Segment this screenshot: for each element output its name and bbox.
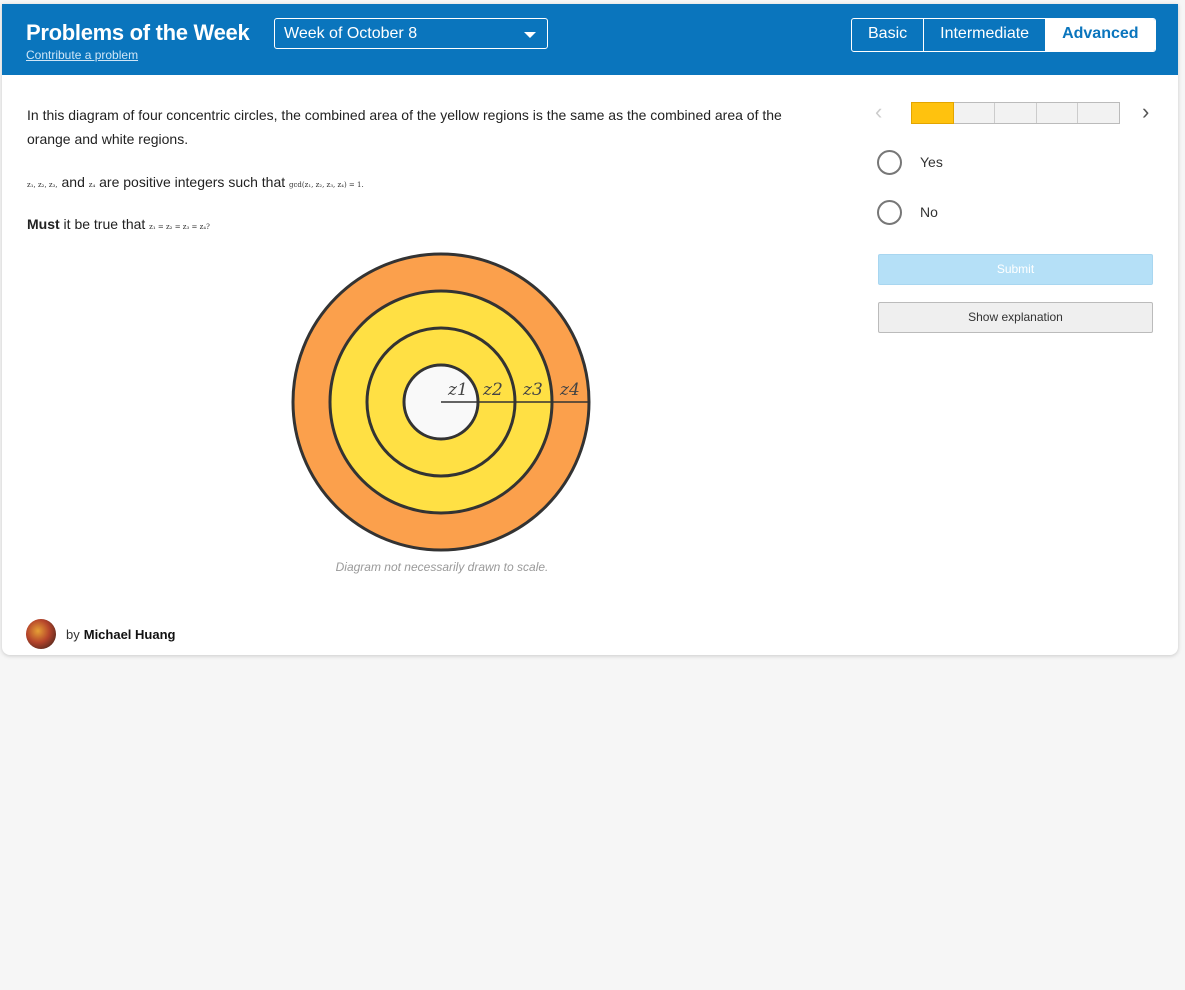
author-name[interactable]: Michael Huang [84,627,176,642]
progress-segment-1[interactable] [911,102,954,124]
diagram-caption: Diagram not necessarily drawn to scale. [335,560,549,574]
level-intermediate-button[interactable]: Intermediate [924,19,1047,51]
problem-question: Must it be true that z₁ = z₂ = z₃ = z₄? [27,212,210,239]
label-z4: z4 [559,380,580,400]
header-bar: Problems of the Week Contribute a proble… [2,4,1178,75]
question-emphasis: Must [27,216,60,232]
author-prefix: by [66,626,80,642]
chevron-left-icon[interactable]: ‹ [875,101,891,124]
progress-segment-4[interactable] [1037,103,1079,123]
problem-paragraph-1: In this diagram of four concentric circl… [27,107,782,147]
math-variables: z₁, z₂, z₃, [27,181,58,189]
radio-yes[interactable] [877,149,902,175]
level-basic-button[interactable]: Basic [852,19,925,51]
show-explanation-button[interactable]: Show explanation [878,302,1153,333]
author-credit: by Michael Huang [26,618,175,650]
chevron-right-icon[interactable]: › [1142,101,1158,124]
math-equality: z₁ = z₂ = z₃ = z₄? [149,223,210,231]
question-text: it be true that [59,216,150,232]
progress-segment-5[interactable] [1078,103,1119,123]
chevron-down-icon [524,32,536,38]
contribute-link[interactable]: Contribute a problem [26,48,138,62]
progress-segment-2[interactable] [954,103,996,123]
label-z2: z2 [482,380,503,400]
label-z3: z3 [522,380,543,400]
option-yes[interactable]: Yes [877,148,943,176]
problem-text-and: and [57,174,89,190]
problem-paragraph-2: z₁, z₂, z₃, and z₄ are positive integers… [27,170,364,197]
problem-text-2: are positive integers such that [95,174,290,190]
radio-no[interactable] [877,199,902,225]
progress-segment-3[interactable] [995,103,1037,123]
level-selector: Basic Intermediate Advanced [851,18,1156,52]
concentric-circles-diagram: z1 z2 z3 z4 [291,252,591,552]
week-select-value: Week of October 8 [284,25,418,42]
label-z1: z1 [447,380,468,400]
avatar[interactable] [26,619,56,649]
math-gcd: gcd(z₁, z₂, z₃, z₄) = 1. [289,181,364,189]
option-no-label: No [920,204,938,220]
page-title: Problems of the Week [26,20,250,45]
week-select[interactable]: Week of October 8 [274,18,548,49]
option-no[interactable]: No [877,198,938,226]
submit-button[interactable]: Submit [878,254,1153,285]
level-advanced-button[interactable]: Advanced [1046,19,1155,51]
progress-bar [911,102,1120,124]
problem-statement: In this diagram of four concentric circl… [27,103,827,232]
problem-card: Problems of the Week Contribute a proble… [2,4,1178,655]
option-yes-label: Yes [920,154,943,170]
